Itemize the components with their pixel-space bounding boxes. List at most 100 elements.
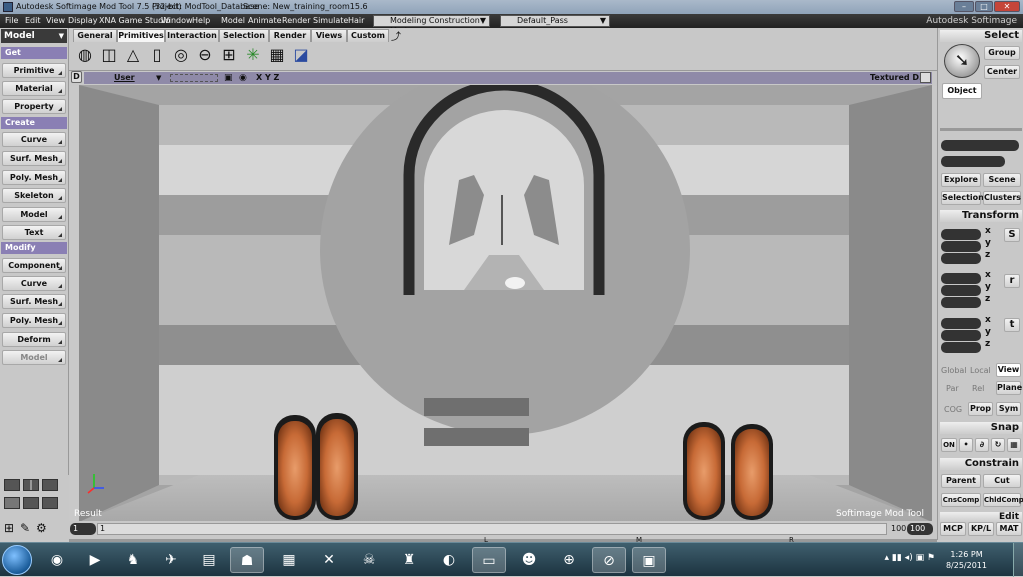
sym-button[interactable]: Sym xyxy=(996,402,1021,416)
module-selector[interactable]: Model ▼ xyxy=(1,29,67,43)
create-poly-mesh-button[interactable]: Poly. Mesh xyxy=(2,170,66,185)
maximize-button[interactable]: □ xyxy=(975,1,993,12)
clusters-button[interactable]: Clusters xyxy=(983,191,1021,205)
firefox-icon[interactable]: ◐ xyxy=(432,547,466,573)
tab-general[interactable]: General xyxy=(73,29,117,42)
scale-z-field[interactable] xyxy=(941,253,981,264)
tab-interaction[interactable]: Interaction xyxy=(165,29,219,42)
globe-app-icon[interactable]: ⊕ xyxy=(552,547,586,573)
layout-single-icon[interactable] xyxy=(4,479,20,491)
cube-icon[interactable]: ◫ xyxy=(99,45,119,65)
camera-history-strip[interactable] xyxy=(170,74,218,82)
layout-split-icon[interactable] xyxy=(23,479,39,491)
modify-surf-mesh-button[interactable]: Surf. Mesh xyxy=(2,294,66,309)
rotate-y-field[interactable] xyxy=(941,285,981,296)
clock[interactable]: 1:26 PM 8/25/2011 xyxy=(946,549,987,571)
menu-animate[interactable]: Animate xyxy=(248,14,282,28)
modify-component-button[interactable]: Component xyxy=(2,258,66,273)
tab-custom[interactable]: Custom xyxy=(347,29,389,42)
local-button[interactable]: Local xyxy=(970,366,991,375)
rotate-x-field[interactable] xyxy=(941,273,981,284)
layout-vertical-icon[interactable] xyxy=(23,497,39,509)
tool-app-icon[interactable]: ▤ xyxy=(192,547,226,573)
menu-edit[interactable]: Edit xyxy=(25,14,41,28)
menu-window[interactable]: Window xyxy=(161,14,193,28)
start-button[interactable] xyxy=(2,545,32,575)
viewport-3d[interactable] xyxy=(79,85,932,522)
chrome-icon[interactable]: ◉ xyxy=(40,547,74,573)
primitive-button[interactable]: Primitive xyxy=(2,63,66,78)
cut-button[interactable]: Cut xyxy=(983,474,1021,488)
magnet-icon[interactable]: ⚙ xyxy=(36,521,47,535)
modify-poly-mesh-button[interactable]: Poly. Mesh xyxy=(2,313,66,328)
view-button[interactable]: View xyxy=(996,363,1021,377)
mat-tab[interactable]: MAT xyxy=(996,522,1022,536)
translate-x-field[interactable] xyxy=(941,318,981,329)
layout-horizontal-icon[interactable] xyxy=(4,497,20,509)
null-icon[interactable]: ✳ xyxy=(243,45,263,65)
pass-dropdown[interactable]: Default_Pass ▼ xyxy=(500,15,610,27)
group-button[interactable]: Group xyxy=(984,46,1020,60)
camera-selector[interactable]: User xyxy=(114,72,135,84)
modify-model-button[interactable]: Model xyxy=(2,350,66,365)
timeline-end-field[interactable]: 100 xyxy=(907,523,933,535)
snap-on-button[interactable]: ON xyxy=(941,438,957,452)
plane-button[interactable]: Plane xyxy=(996,381,1022,395)
menu-render[interactable]: Render xyxy=(282,14,310,28)
torus-icon[interactable]: ◎ xyxy=(171,45,191,65)
create-skeleton-button[interactable]: Skeleton xyxy=(2,188,66,203)
mode-dropdown[interactable]: Modeling Construction Mode ▼ xyxy=(373,15,490,35)
chldcomp-button[interactable]: ChldComp xyxy=(983,493,1023,507)
eye-icon[interactable]: ◉ xyxy=(239,72,247,84)
scale-x-field[interactable] xyxy=(941,229,981,240)
minimize-button[interactable]: – xyxy=(954,1,974,12)
softimage-icon[interactable]: ⊘ xyxy=(592,547,626,573)
viewport-letter[interactable]: D xyxy=(71,71,82,83)
close-button[interactable]: ✕ xyxy=(994,1,1020,12)
selection-arrow-icon[interactable]: ➘ xyxy=(944,44,980,78)
mcp-tab[interactable]: MCP xyxy=(940,522,966,536)
pen-icon[interactable]: ✎ xyxy=(20,521,30,535)
selection-button[interactable]: Selection xyxy=(941,191,984,205)
object-button[interactable]: Object xyxy=(942,83,982,99)
center-button[interactable]: Center xyxy=(984,65,1020,79)
par-button[interactable]: Par xyxy=(946,384,959,393)
create-model-button[interactable]: Model xyxy=(2,207,66,222)
parent-button[interactable]: Parent xyxy=(941,474,981,488)
menu-hair[interactable]: Hair xyxy=(348,14,364,28)
create-text-button[interactable]: Text xyxy=(2,225,66,240)
chevron-down-icon[interactable]: ▼ xyxy=(156,72,161,84)
create-surf-mesh-button[interactable]: Surf. Mesh xyxy=(2,151,66,166)
xna-app-icon[interactable]: ✕ xyxy=(312,547,346,573)
clone-trooper-icon[interactable]: ☠ xyxy=(352,547,386,573)
menu-view[interactable]: View xyxy=(46,14,65,28)
jet-app-icon[interactable]: ✈ xyxy=(154,547,188,573)
rel-button[interactable]: Rel xyxy=(972,384,984,393)
snap-surface-icon[interactable]: ↻ xyxy=(991,438,1005,452)
disc-icon[interactable]: ⊖ xyxy=(195,45,215,65)
stormtrooper-icon[interactable]: ☻ xyxy=(512,547,546,573)
tab-options-icon[interactable]: ⤴ xyxy=(391,28,401,43)
modify-deform-button[interactable]: Deform xyxy=(2,332,66,347)
menu-help[interactable]: Help xyxy=(192,14,210,28)
active-app-icon[interactable]: ☗ xyxy=(230,547,264,573)
sphere-icon[interactable]: ◍ xyxy=(75,45,95,65)
translate-button[interactable]: t xyxy=(1004,318,1020,332)
image-viewer-icon[interactable]: ▣ xyxy=(632,547,666,573)
show-desktop-button[interactable] xyxy=(1013,543,1023,577)
material-button[interactable]: Material xyxy=(2,81,66,96)
scale-y-field[interactable] xyxy=(941,241,981,252)
maximize-viewport-icon[interactable] xyxy=(920,72,931,83)
package-app-icon[interactable]: ▦ xyxy=(272,547,306,573)
timeline-start-field[interactable]: 1 xyxy=(70,523,96,535)
tab-primitives[interactable]: Primitives xyxy=(117,29,165,42)
media-player-icon[interactable]: ▶ xyxy=(78,547,112,573)
rotate-z-field[interactable] xyxy=(941,297,981,308)
tab-views[interactable]: Views xyxy=(311,29,347,42)
menu-simulate[interactable]: Simulate xyxy=(313,14,348,28)
snap-curves-icon[interactable]: ∂ xyxy=(975,438,989,452)
clone-wars-icon[interactable]: ♜ xyxy=(392,547,426,573)
cylinder-icon[interactable]: ▯ xyxy=(147,45,167,65)
tab-render[interactable]: Render xyxy=(269,29,311,42)
prop-button[interactable]: Prop xyxy=(968,402,993,416)
